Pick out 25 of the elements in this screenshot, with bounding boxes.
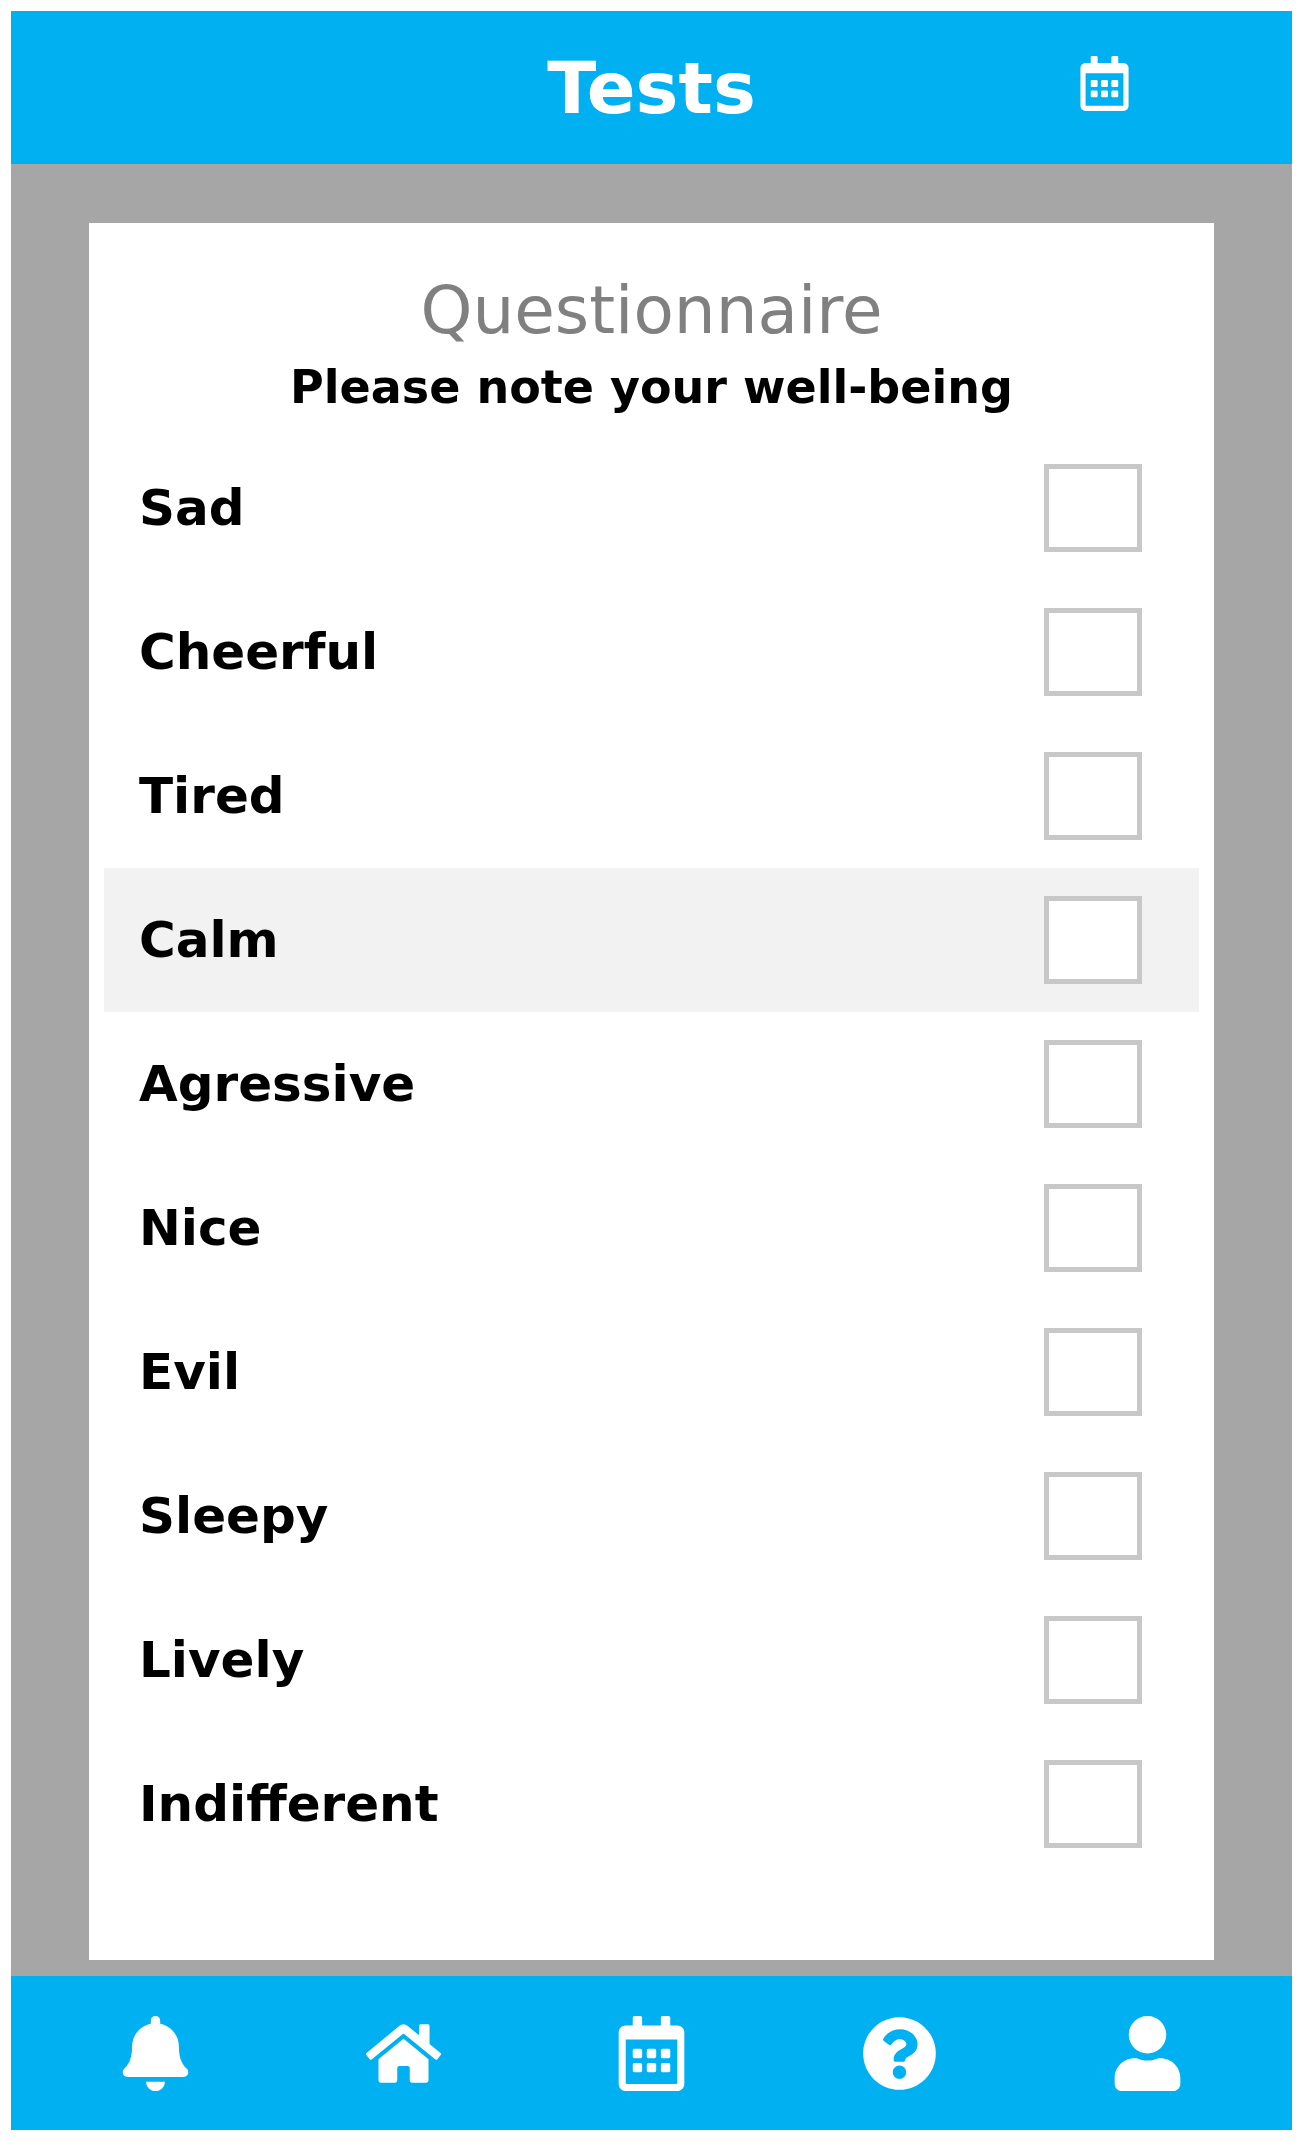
- checkbox[interactable]: [1044, 1040, 1142, 1128]
- question-label: Cheerful: [139, 621, 379, 683]
- checkbox[interactable]: [1044, 1328, 1142, 1416]
- checkbox[interactable]: [1044, 1616, 1142, 1704]
- calendar-icon[interactable]: [1077, 56, 1132, 111]
- question-label: Sleepy: [139, 1485, 329, 1547]
- question-label: Sad: [139, 477, 245, 539]
- checkbox[interactable]: [1044, 1184, 1142, 1272]
- question-label: Indifferent: [139, 1773, 439, 1835]
- checkbox[interactable]: [1044, 608, 1142, 696]
- page-title: Tests: [547, 44, 756, 132]
- question-label: Agressive: [139, 1053, 416, 1115]
- checkbox[interactable]: [1044, 752, 1142, 840]
- checkbox[interactable]: [1044, 1760, 1142, 1848]
- checkbox[interactable]: [1044, 464, 1142, 552]
- question-label: Nice: [139, 1197, 262, 1259]
- question-label: Tired: [139, 765, 285, 827]
- question-label: Lively: [139, 1629, 305, 1691]
- checkbox[interactable]: [1044, 896, 1142, 984]
- help-icon[interactable]: [862, 2015, 938, 2091]
- checkbox[interactable]: [1044, 1472, 1142, 1560]
- card-title: Questionnaire: [420, 278, 883, 344]
- question-label: Evil: [139, 1341, 241, 1403]
- question-label: Calm: [139, 909, 279, 971]
- question-row[interactable]: Calm: [104, 868, 1199, 1012]
